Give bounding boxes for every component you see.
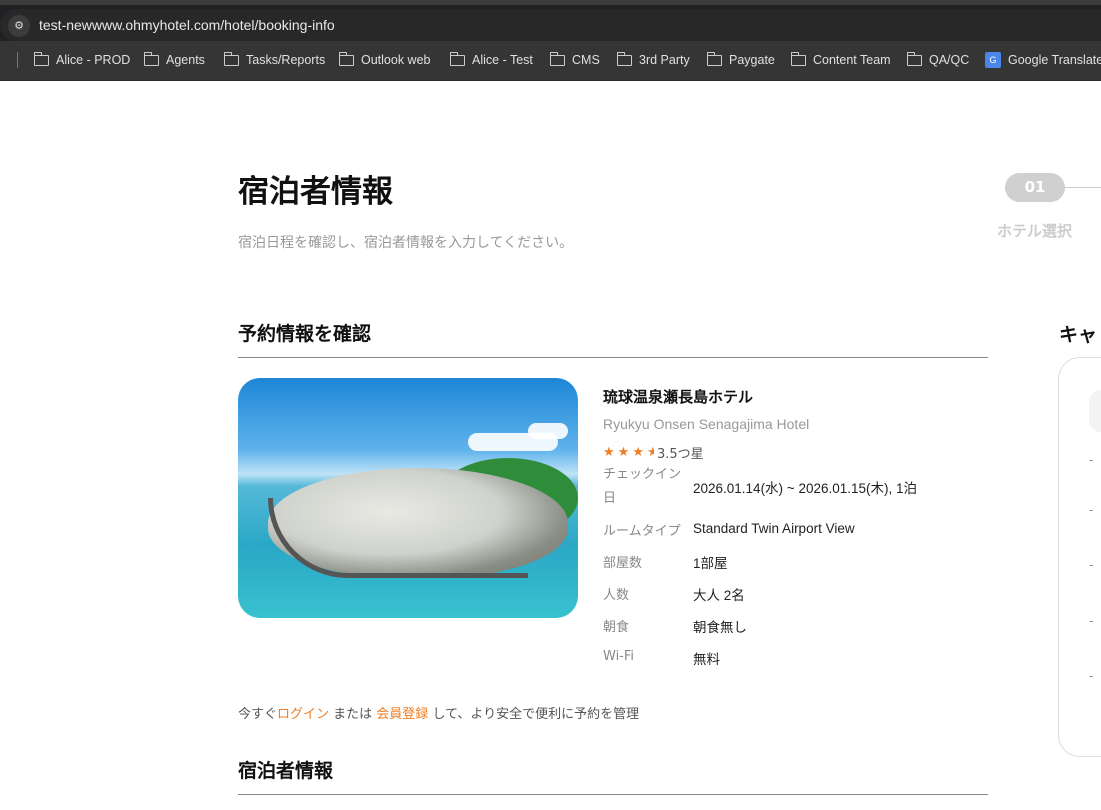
bookmarks-separator	[17, 52, 18, 68]
page-subtitle: 宿泊日程を確認し、宿泊者情報を入力してください。	[238, 235, 574, 251]
hotel-name: 琉球温泉瀬長島ホテル	[603, 388, 754, 406]
bookmark-label: Alice - Test	[472, 53, 533, 67]
site-settings-icon[interactable]: ⚙	[8, 15, 30, 37]
star-rating: ★ ★ ★ ★ 3.5つ星	[603, 443, 704, 462]
bookmark-label: QA/QC	[929, 53, 970, 67]
step-connector	[1065, 187, 1101, 188]
bookmark-label: Tasks/Reports	[246, 53, 326, 67]
bookmark-tasks-reports[interactable]: Tasks/Reports	[223, 51, 326, 67]
divider	[238, 357, 988, 358]
detail-label-wifi: Wi-Fi	[603, 649, 635, 664]
bookmark-3rd-party[interactable]: 3rd Party	[616, 51, 690, 67]
guest-info-heading: 宿泊者情報	[238, 760, 334, 782]
folder-icon	[790, 51, 806, 66]
folder-icon	[143, 51, 159, 66]
sidebar-dash: -	[1089, 503, 1094, 517]
step-label: ホテル選択	[997, 222, 1073, 240]
bookmark-label: Agents	[166, 53, 205, 67]
login-link[interactable]: ログイン	[277, 707, 329, 722]
folder-icon	[33, 51, 49, 66]
sidebar-dash: -	[1089, 614, 1094, 628]
divider	[238, 794, 988, 795]
detail-value-wifi: 無料	[693, 652, 720, 667]
address-bar[interactable]: ⚙ test-newwww.ohmyhotel.com/hotel/bookin…	[0, 9, 1101, 41]
bookmark-qa-qc[interactable]: QA/QC	[906, 51, 970, 67]
bookmark-label: Content Team	[813, 53, 891, 67]
login-prompt: 今すぐログイン または 会員登録 して、より安全で便利に予約を管理	[238, 703, 639, 722]
folder-icon	[616, 51, 632, 66]
url-text[interactable]: test-newwww.ohmyhotel.com/hotel/booking-…	[39, 17, 335, 33]
register-link[interactable]: 会員登録	[376, 707, 428, 722]
login-prompt-or: または	[329, 707, 377, 722]
sidebar-dash: -	[1089, 453, 1094, 467]
sidebar-dash: -	[1089, 669, 1094, 683]
hotel-name-en: Ryukyu Onsen Senagajima Hotel	[603, 416, 810, 432]
bookmark-agents[interactable]: Agents	[143, 51, 205, 67]
login-prompt-prefix: 今すぐ	[238, 707, 278, 722]
page-title: 宿泊者情報	[238, 174, 393, 210]
detail-value-checkin: 2026.01.14(水) ~ 2026.01.15(木), 1泊	[693, 481, 918, 496]
sidebar-dash: -	[1089, 558, 1094, 572]
folder-icon	[449, 51, 465, 66]
folder-icon	[549, 51, 565, 66]
google-translate-icon: G	[985, 52, 1001, 68]
folder-icon	[906, 51, 922, 66]
sidebar-pill	[1089, 390, 1101, 432]
folder-icon	[223, 51, 239, 66]
bookmark-alice-prod[interactable]: Alice - PROD	[33, 51, 131, 67]
bookmark-label: CMS	[572, 53, 600, 67]
detail-value-breakfast: 朝食無し	[693, 620, 747, 635]
detail-label-guests: 人数	[603, 588, 630, 603]
hotel-photo	[238, 378, 578, 618]
bookmark-label: Paygate	[729, 53, 775, 67]
bookmark-label: Google Translate	[1008, 53, 1101, 67]
detail-value-guests: 大人 2名	[693, 588, 745, 603]
detail-label-checkin: チェックイン日	[603, 467, 682, 506]
login-prompt-suffix: して、より安全で便利に予約を管理	[428, 707, 640, 722]
bookmark-label: 3rd Party	[639, 53, 690, 67]
step-indicator-01: 01	[1005, 173, 1065, 202]
bookmark-paygate[interactable]: Paygate	[706, 51, 775, 67]
bookmark-content-team[interactable]: Content Team	[790, 51, 891, 67]
detail-value-room-type: Standard Twin Airport View	[693, 521, 855, 536]
rating-label: 3.5つ星	[656, 447, 704, 462]
browser-toolbar: ⚙ test-newwww.ohmyhotel.com/hotel/bookin…	[0, 0, 1101, 41]
bookmark-cms[interactable]: CMS	[549, 51, 600, 67]
bookmark-label: Outlook web	[361, 53, 431, 67]
bookmark-label: Alice - PROD	[56, 53, 131, 67]
detail-value-rooms: 1部屋	[693, 556, 728, 571]
detail-label-rooms: 部屋数	[603, 556, 643, 571]
detail-label-breakfast: 朝食	[603, 620, 630, 635]
bookmark-google-translate[interactable]: G Google Translate	[985, 52, 1101, 68]
folder-icon	[338, 51, 354, 66]
detail-label-room-type: ルームタイプ	[603, 524, 681, 539]
star-icon: ★	[617, 445, 630, 460]
bookmark-outlook-web[interactable]: Outlook web	[338, 51, 431, 67]
bookmark-alice-test[interactable]: Alice - Test	[449, 51, 533, 67]
folder-icon	[706, 51, 722, 66]
half-star-icon: ★	[646, 445, 654, 460]
reservation-heading: 予約情報を確認	[238, 323, 372, 345]
sidebar-title: キャ	[1059, 324, 1098, 346]
star-icon: ★	[632, 445, 644, 460]
star-icon: ★	[603, 445, 615, 460]
